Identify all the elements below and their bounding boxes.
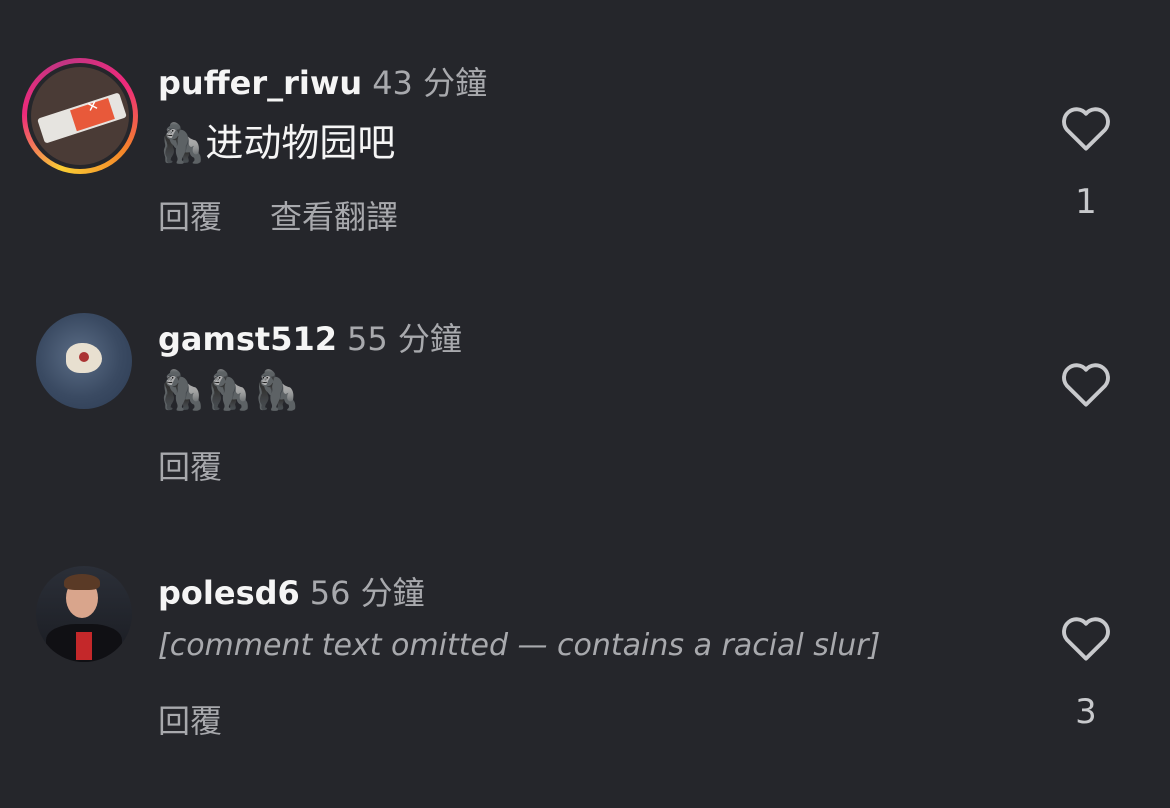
like-count: 3 <box>1075 692 1097 732</box>
username[interactable]: polesd6 <box>158 574 300 612</box>
timestamp: 56 分鐘 <box>309 574 425 612</box>
comment-text: [comment text omitted — contains a racia… <box>158 628 881 663</box>
see-translation-button[interactable]: 查看翻譯 <box>270 198 398 236</box>
comment-header: puffer_riwu 43 分鐘 <box>158 58 487 104</box>
reply-button[interactable]: 回覆 <box>158 448 222 486</box>
reply-button[interactable]: 回覆 <box>158 198 222 236</box>
like-count: 1 <box>1075 182 1097 222</box>
comment-header: gamst512 55 分鐘 <box>158 314 462 360</box>
comment-text: 🦍进动物园吧 <box>158 121 396 165</box>
comment-item: gamst512 55 分鐘 🦍🦍🦍 回覆 <box>0 304 1170 554</box>
username[interactable]: puffer_riwu <box>158 64 362 102</box>
comment-actions: 回覆 <box>158 696 270 742</box>
heart-outline-icon[interactable] <box>1060 104 1112 152</box>
avatar-story-ring[interactable]: ✕ <box>22 58 138 174</box>
comment-actions: 回覆 查看翻譯 <box>158 192 446 238</box>
avatar[interactable] <box>36 313 132 409</box>
heart-outline-icon[interactable] <box>1060 360 1112 408</box>
timestamp: 43 分鐘 <box>372 64 488 102</box>
timestamp: 55 分鐘 <box>346 320 462 358</box>
heart-outline-icon[interactable] <box>1060 614 1112 662</box>
comment-item: polesd6 56 分鐘 [comment text omitted — con… <box>0 558 1170 808</box>
comment-item: ✕ puffer_riwu 43 分鐘 🦍进动物园吧 回覆 查看翻譯 1 <box>0 48 1170 298</box>
username[interactable]: gamst512 <box>158 320 337 358</box>
comment-header: polesd6 56 分鐘 <box>158 568 425 614</box>
reply-button[interactable]: 回覆 <box>158 702 222 740</box>
avatar: ✕ <box>31 67 129 165</box>
comment-text: 🦍🦍🦍 <box>158 368 300 412</box>
comment-actions: 回覆 <box>158 442 270 488</box>
avatar[interactable] <box>36 566 132 662</box>
